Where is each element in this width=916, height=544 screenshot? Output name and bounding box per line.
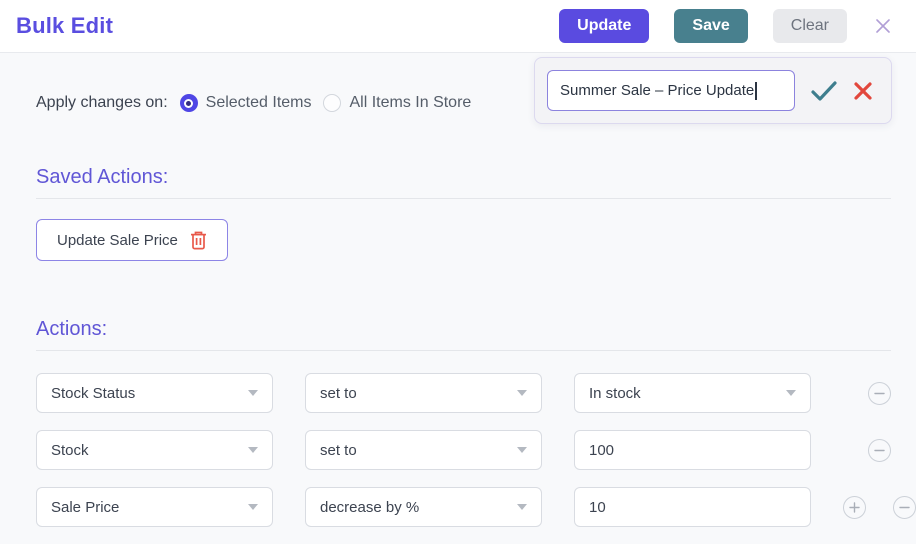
operation-select[interactable]: set to xyxy=(305,373,542,413)
modal-header: Bulk Edit Update Save Clear xyxy=(0,0,916,53)
action-rows: Stock Status set to In stock Stock set t… xyxy=(36,373,916,527)
radio-all-items[interactable]: All Items In Store xyxy=(323,94,471,112)
radio-unselected-icon[interactable] xyxy=(323,94,342,112)
chevron-down-icon xyxy=(517,447,527,453)
value-input[interactable] xyxy=(574,430,811,470)
saved-actions-divider xyxy=(36,198,891,199)
operation-select[interactable]: set to xyxy=(305,430,542,470)
remove-row-icon[interactable] xyxy=(868,381,891,405)
confirm-check-icon[interactable] xyxy=(810,80,838,102)
header-actions: Update Save Clear xyxy=(559,9,894,43)
row-icons xyxy=(843,438,891,462)
close-icon[interactable] xyxy=(872,15,894,37)
radio-all-items-label: All Items In Store xyxy=(349,94,472,111)
page-title: Bulk Edit xyxy=(16,13,114,38)
value-select[interactable]: In stock xyxy=(574,373,811,413)
remove-row-icon[interactable] xyxy=(868,438,891,462)
field-select[interactable]: Stock xyxy=(36,430,273,470)
operation-select-value: set to xyxy=(320,441,357,459)
saved-action-label: Update Sale Price xyxy=(57,231,178,249)
action-row: Stock Status set to In stock xyxy=(36,373,891,413)
operation-select-value: decrease by % xyxy=(320,498,420,516)
saved-action-item[interactable]: Update Sale Price xyxy=(36,219,228,261)
field-select[interactable]: Stock Status xyxy=(36,373,273,413)
chevron-down-icon xyxy=(248,447,258,453)
operation-select-value: set to xyxy=(320,384,357,402)
action-name-input[interactable]: Summer Sale – Price Update xyxy=(547,70,795,111)
radio-selected-items-label: Selected Items xyxy=(205,94,312,111)
value-select-value: In stock xyxy=(589,384,641,402)
chevron-down-icon xyxy=(786,390,796,396)
save-button[interactable]: Save xyxy=(674,9,748,43)
bulk-edit-modal: Bulk Edit Update Save Clear Summer Sale … xyxy=(0,0,916,544)
operation-select[interactable]: decrease by % xyxy=(305,487,542,527)
trash-icon[interactable] xyxy=(190,231,207,250)
actions-heading: Actions: xyxy=(36,318,108,340)
action-name-value: Summer Sale – Price Update xyxy=(560,82,755,99)
action-row: Stock set to xyxy=(36,430,891,470)
actions-divider xyxy=(36,350,891,351)
text-cursor xyxy=(755,81,757,100)
field-select[interactable]: Sale Price xyxy=(36,487,273,527)
save-action-name-popup: Summer Sale – Price Update xyxy=(534,57,892,124)
remove-row-icon[interactable] xyxy=(893,495,916,519)
field-select-value: Stock xyxy=(51,441,89,459)
modal-body: Summer Sale – Price Update Apply changes… xyxy=(0,53,916,544)
radio-selected-icon[interactable] xyxy=(179,94,198,112)
field-select-value: Stock Status xyxy=(51,384,136,402)
row-icons xyxy=(843,495,916,519)
value-input[interactable] xyxy=(574,487,811,527)
radio-selected-items[interactable]: Selected Items xyxy=(179,94,312,112)
add-row-icon[interactable] xyxy=(843,495,866,519)
chevron-down-icon xyxy=(248,504,258,510)
update-button[interactable]: Update xyxy=(559,9,650,43)
row-icons xyxy=(843,381,891,405)
chevron-down-icon xyxy=(517,504,527,510)
action-row: Sale Price decrease by % xyxy=(36,487,916,527)
chevron-down-icon xyxy=(517,390,527,396)
clear-button[interactable]: Clear xyxy=(772,9,847,43)
saved-actions-heading: Saved Actions: xyxy=(36,166,169,188)
cancel-x-icon[interactable] xyxy=(853,81,873,101)
field-select-value: Sale Price xyxy=(51,498,120,516)
chevron-down-icon xyxy=(248,390,258,396)
apply-changes-label: Apply changes on: xyxy=(36,94,168,111)
